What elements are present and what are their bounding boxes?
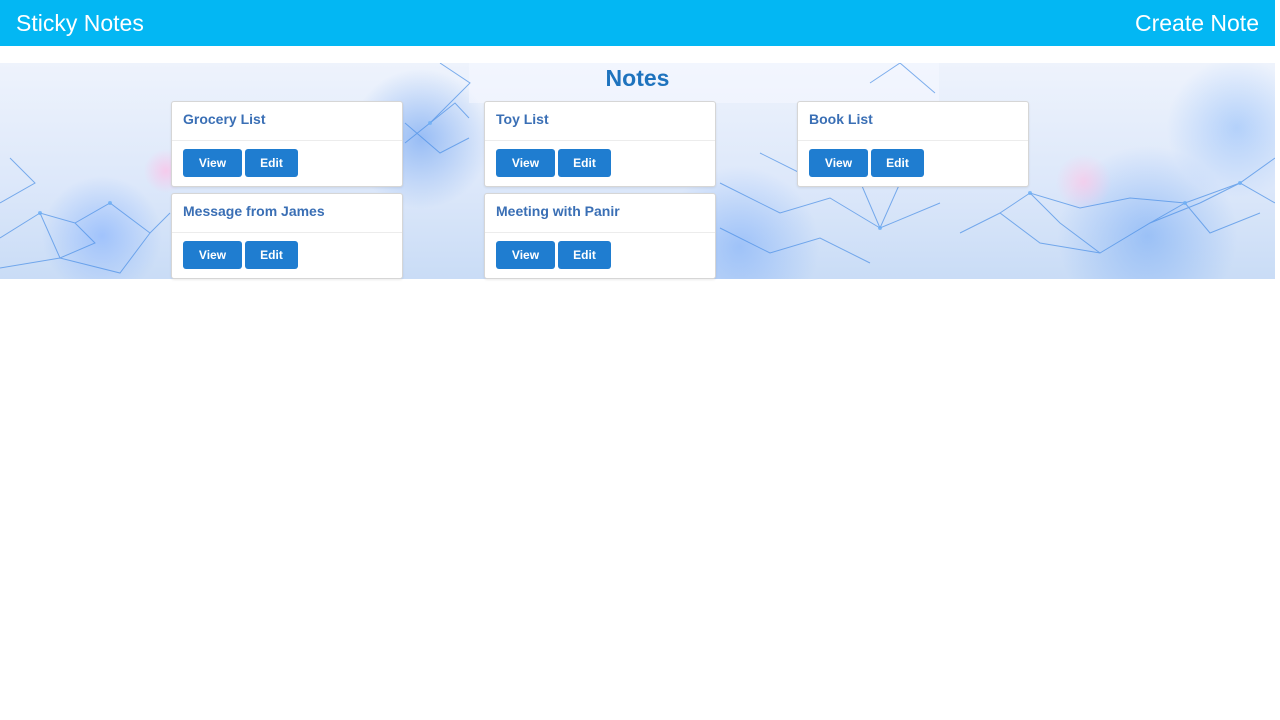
note-title: Book List	[809, 111, 873, 127]
note-title: Toy List	[496, 111, 549, 127]
note-title: Message from James	[183, 203, 325, 219]
card-divider	[485, 140, 715, 141]
note-title: Grocery List	[183, 111, 266, 127]
edit-note-button[interactable]: Edit	[245, 149, 298, 177]
view-note-button[interactable]: View	[183, 149, 242, 177]
card-divider	[485, 232, 715, 233]
card-divider	[172, 232, 402, 233]
card-divider	[798, 140, 1028, 141]
note-card: Message from James View Edit	[171, 193, 403, 279]
view-note-button[interactable]: View	[496, 149, 555, 177]
edit-note-button[interactable]: Edit	[245, 241, 298, 269]
note-card: Toy List View Edit	[484, 101, 716, 187]
note-card: Meeting with Panir View Edit	[484, 193, 716, 279]
notes-heading: Notes	[605, 65, 670, 91]
view-note-button[interactable]: View	[809, 149, 868, 177]
create-note-link[interactable]: Create Note	[1135, 9, 1259, 37]
note-title: Meeting with Panir	[496, 203, 620, 219]
brand-link[interactable]: Sticky Notes	[16, 9, 144, 37]
note-card: Book List View Edit	[797, 101, 1029, 187]
card-divider	[172, 140, 402, 141]
edit-note-button[interactable]: Edit	[558, 241, 611, 269]
view-note-button[interactable]: View	[496, 241, 555, 269]
top-navbar: Sticky Notes Create Note	[0, 0, 1275, 46]
view-note-button[interactable]: View	[183, 241, 242, 269]
edit-note-button[interactable]: Edit	[558, 149, 611, 177]
edit-note-button[interactable]: Edit	[871, 149, 924, 177]
note-card: Grocery List View Edit	[171, 101, 403, 187]
